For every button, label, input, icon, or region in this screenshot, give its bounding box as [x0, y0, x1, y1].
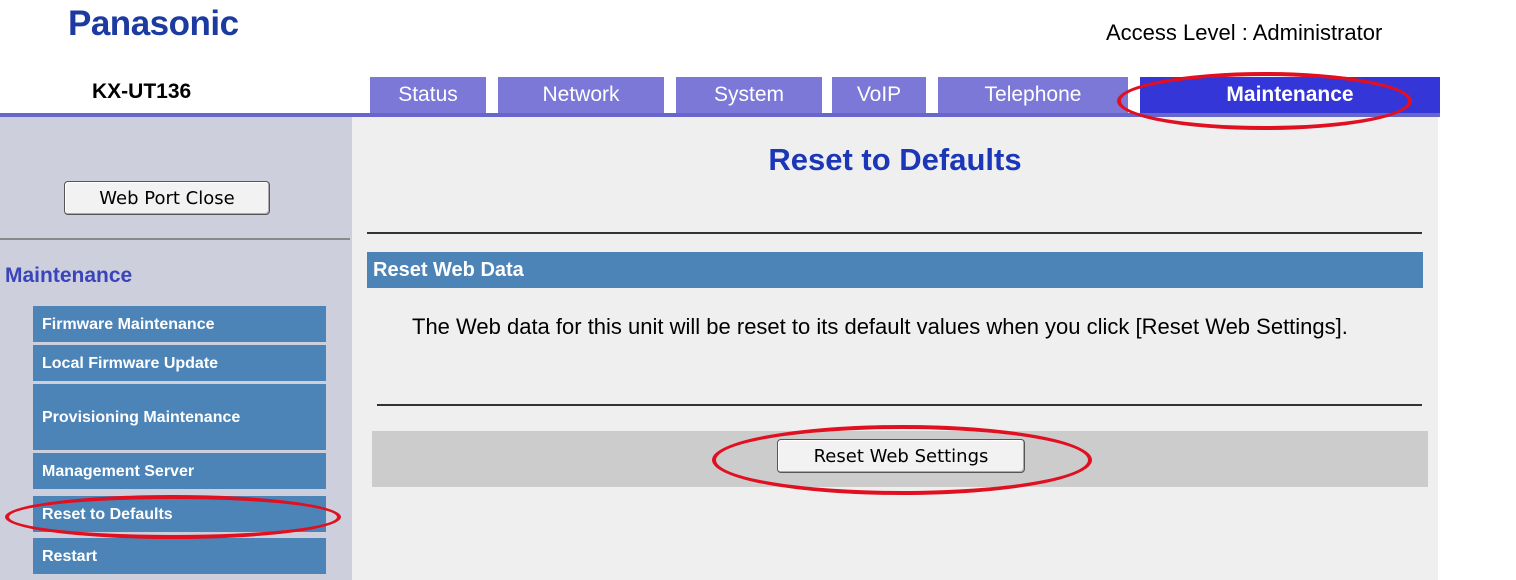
model-name: KX-UT136: [92, 80, 192, 103]
tab-maintenance[interactable]: Maintenance: [1140, 77, 1440, 113]
tab-status[interactable]: Status: [370, 77, 486, 113]
sidebar-item-provisioning-maintenance[interactable]: Provisioning Maintenance: [33, 384, 326, 450]
button-bar: Reset Web Settings: [372, 431, 1428, 487]
sidebar: Web Port Close Maintenance Firmware Main…: [0, 117, 352, 580]
tab-system[interactable]: System: [676, 77, 822, 113]
access-level-text: Access Level : Administrator: [1106, 20, 1383, 45]
content-divider: [377, 404, 1422, 406]
panasonic-logo: Panasonic: [68, 4, 239, 43]
description-text: The Web data for this unit will be reset…: [412, 314, 1348, 339]
sidebar-item-management-server[interactable]: Management Server: [33, 453, 326, 489]
title-divider: [367, 232, 1422, 234]
tab-voip[interactable]: VoIP: [832, 77, 926, 113]
sidebar-item-reset-to-defaults[interactable]: Reset to Defaults: [33, 496, 326, 532]
tab-bar: Status Network System VoIP Telephone Mai…: [370, 77, 1440, 113]
sidebar-heading: Maintenance: [5, 264, 133, 287]
section-header: Reset Web Data: [367, 252, 1423, 288]
sidebar-item-local-firmware-update[interactable]: Local Firmware Update: [33, 345, 326, 381]
web-port-close-button[interactable]: Web Port Close: [64, 181, 270, 215]
main-content: Reset to Defaults Reset Web Data The Web…: [352, 117, 1438, 580]
sidebar-item-restart[interactable]: Restart: [33, 538, 326, 574]
reset-web-settings-button[interactable]: Reset Web Settings: [777, 439, 1025, 473]
sidebar-item-firmware-maintenance[interactable]: Firmware Maintenance: [33, 306, 326, 342]
sidebar-divider: [0, 238, 350, 240]
tab-telephone[interactable]: Telephone: [938, 77, 1128, 113]
page-title: Reset to Defaults: [768, 142, 1022, 177]
tab-network[interactable]: Network: [498, 77, 664, 113]
